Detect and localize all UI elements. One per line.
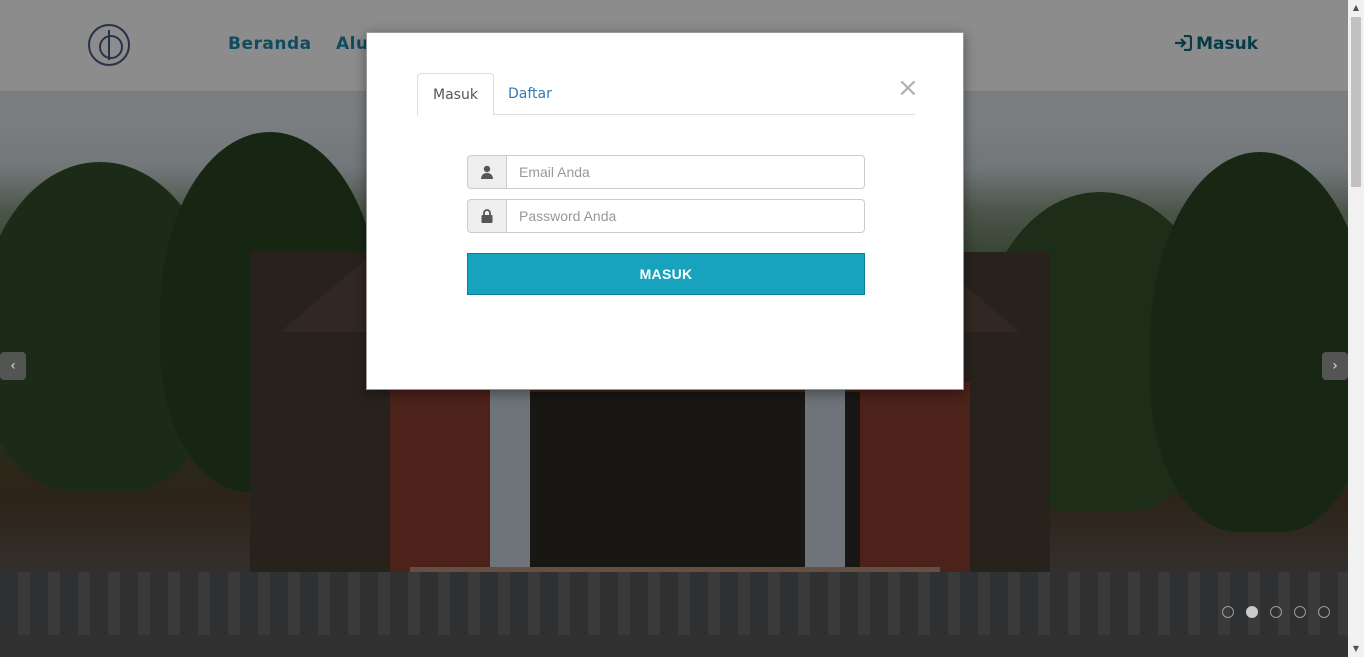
carousel-indicator-active[interactable]	[1246, 606, 1258, 618]
scroll-up-icon[interactable]: ▲	[1348, 0, 1364, 16]
email-field[interactable]	[507, 155, 865, 189]
email-input-group	[467, 155, 865, 189]
user-icon	[467, 155, 507, 189]
carousel-prev-button[interactable]: ‹	[0, 352, 26, 380]
password-field[interactable]	[507, 199, 865, 233]
login-modal: × Masuk Daftar MASUK	[366, 32, 964, 390]
carousel-indicator[interactable]	[1318, 606, 1330, 618]
modal-tabs: Masuk Daftar	[417, 73, 915, 116]
tab-masuk[interactable]: Masuk	[417, 73, 494, 116]
chevron-right-icon: ›	[1332, 358, 1338, 374]
vertical-scrollbar[interactable]: ▲ ▼	[1348, 0, 1364, 657]
carousel-next-button[interactable]: ›	[1322, 352, 1348, 380]
password-input-group	[467, 199, 865, 233]
chevron-left-icon: ‹	[10, 358, 16, 374]
page: Beranda Alu Masuk ‹ › ▲ ▼ × Masuk Daftar…	[0, 0, 1364, 657]
masuk-submit-button[interactable]: MASUK	[467, 253, 865, 295]
carousel-indicators	[1222, 606, 1330, 618]
lock-icon	[467, 199, 507, 233]
tab-daftar[interactable]: Daftar	[493, 73, 567, 115]
carousel-indicator[interactable]	[1270, 606, 1282, 618]
carousel-indicator[interactable]	[1222, 606, 1234, 618]
scrollbar-thumb[interactable]	[1351, 17, 1361, 187]
scroll-down-icon[interactable]: ▼	[1348, 641, 1364, 657]
carousel-indicator[interactable]	[1294, 606, 1306, 618]
